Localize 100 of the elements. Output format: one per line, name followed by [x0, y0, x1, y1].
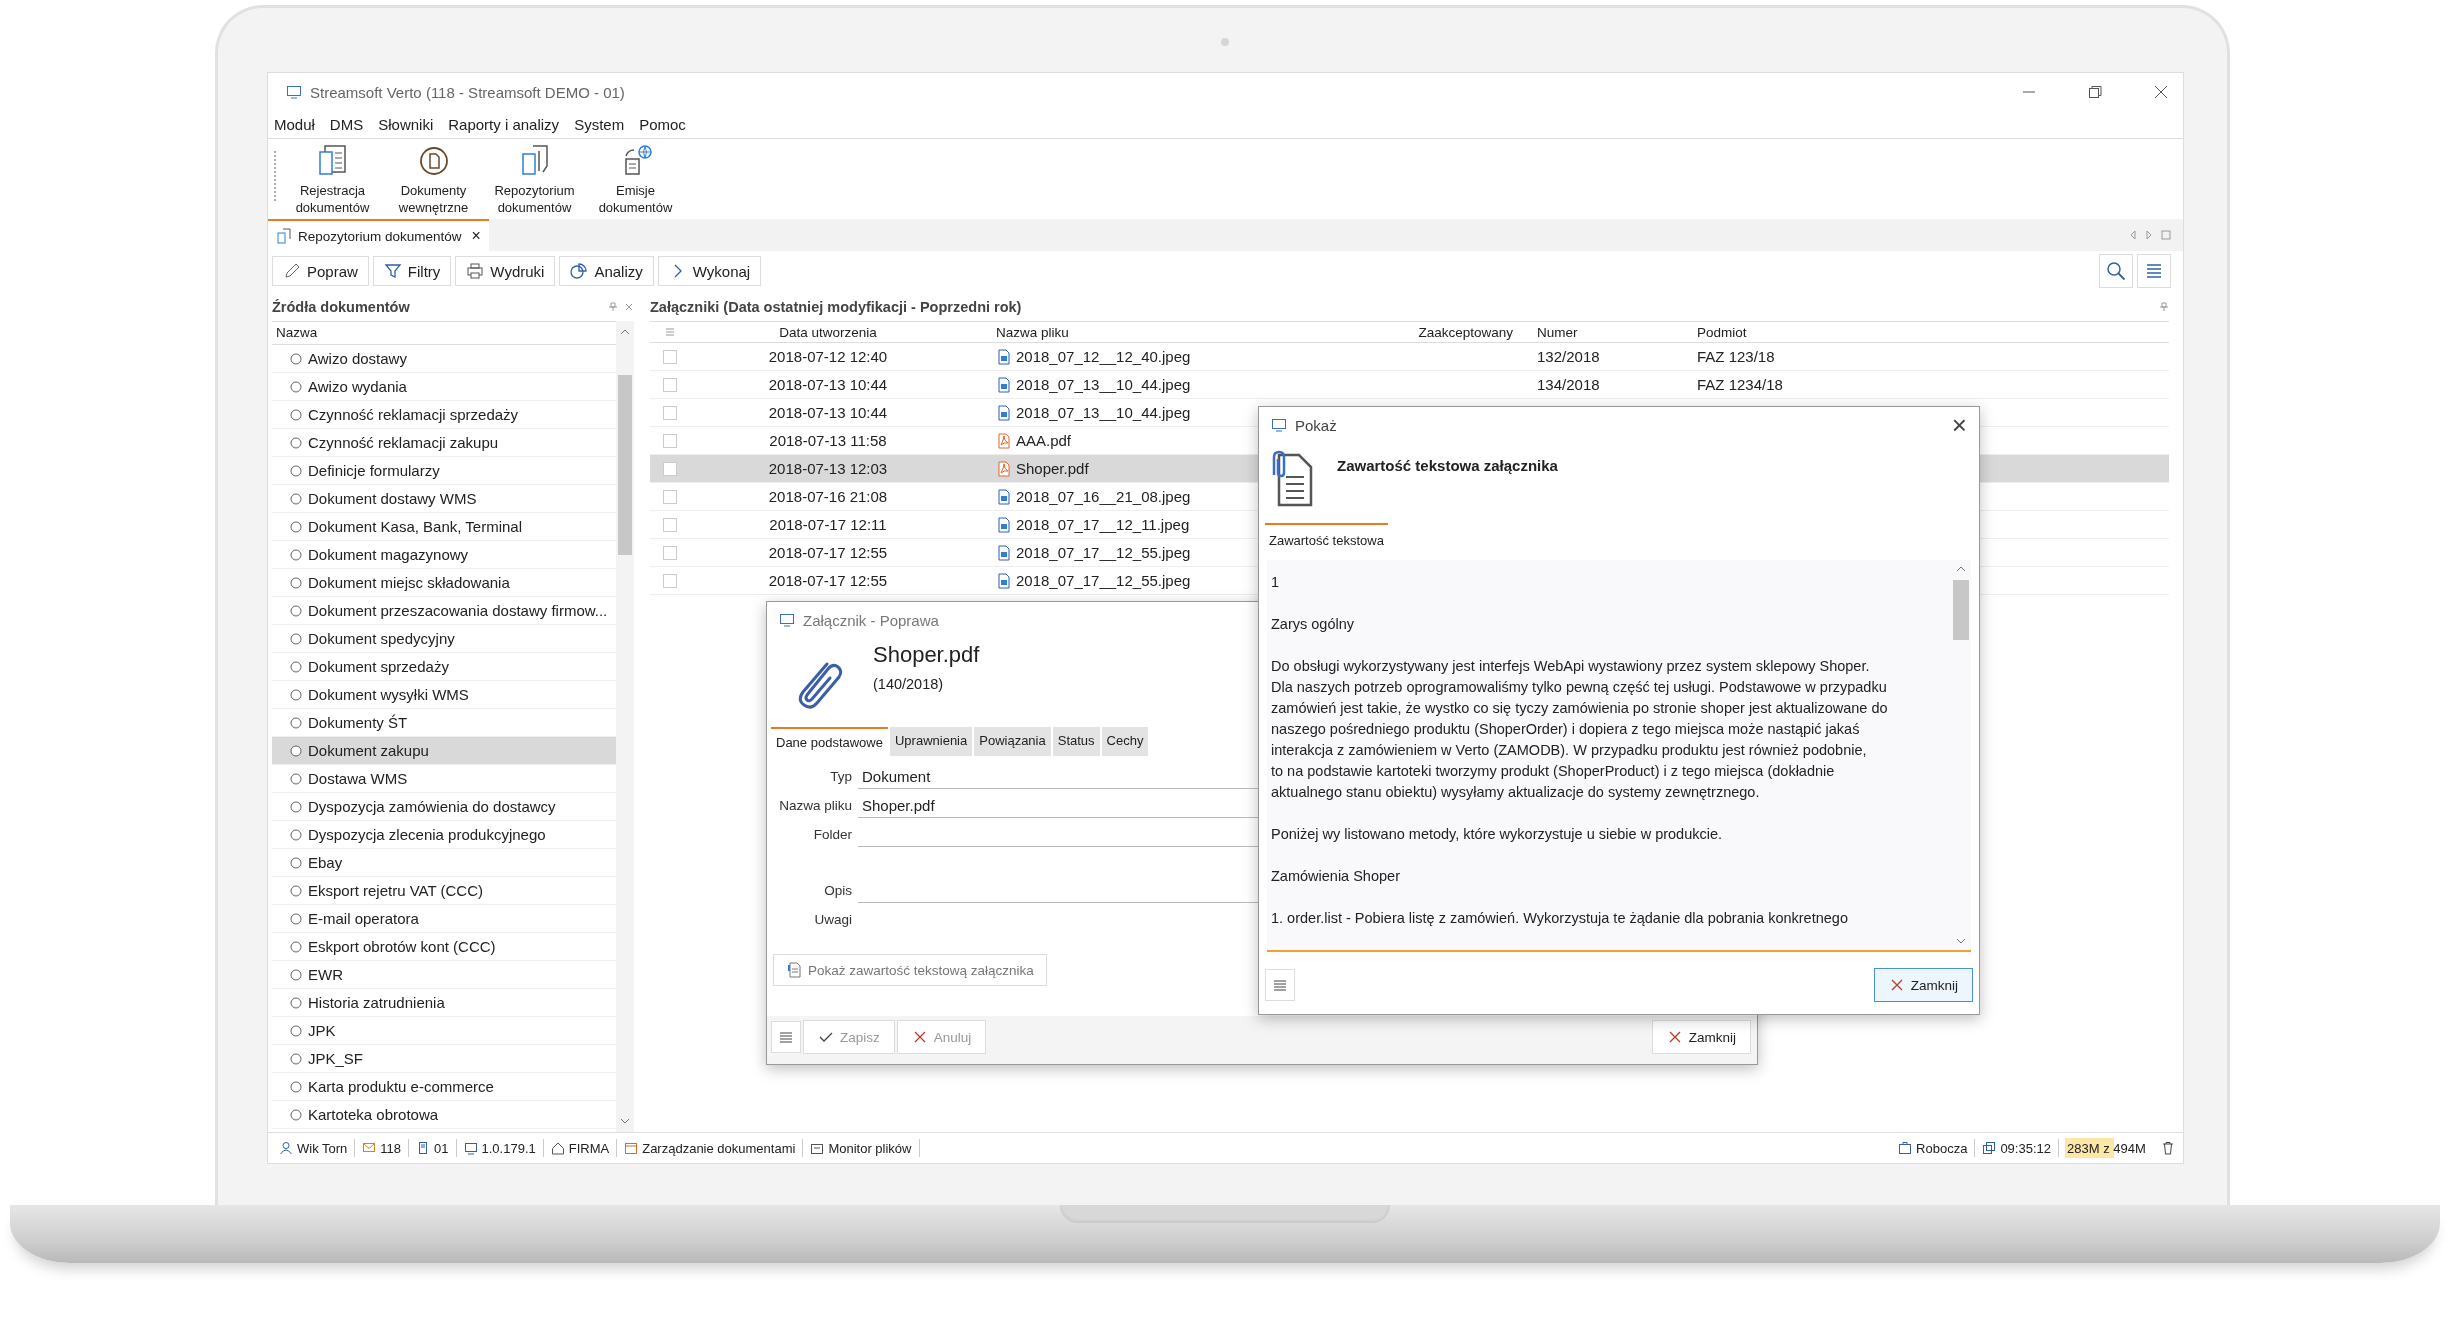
list-item[interactable]: Dokument Kasa, Bank, Terminal: [272, 513, 616, 541]
menu-button[interactable]: [1265, 969, 1295, 1001]
pdf-file-icon: [996, 432, 1012, 449]
scroll-down-icon[interactable]: [1956, 938, 1966, 944]
trash-icon[interactable]: [2161, 1141, 2175, 1155]
document-tab[interactable]: Repozytorium dokumentów ×: [268, 219, 489, 251]
menu-item[interactable]: Pomoc: [639, 116, 686, 133]
scroll-thumb[interactable]: [618, 375, 632, 555]
text-area[interactable]: [1267, 560, 1971, 952]
list-item[interactable]: Awizo dostawy: [272, 345, 616, 373]
list-item[interactable]: Czynność reklamacji zakupu: [272, 429, 616, 457]
pencil-icon: [283, 262, 301, 280]
list-item[interactable]: Definicje formularzy: [272, 457, 616, 485]
row-checkbox[interactable]: [663, 573, 677, 588]
status-item[interactable]: Wik Torn: [272, 1139, 356, 1157]
list-item[interactable]: Dokument spedycyjny: [272, 625, 616, 653]
menu-button[interactable]: [2137, 254, 2171, 288]
scroll-up-icon[interactable]: [620, 329, 630, 335]
dialog-tab[interactable]: Powiązania: [974, 727, 1051, 756]
list-item[interactable]: Dokument miejsc składowania: [272, 569, 616, 597]
menu-item[interactable]: DMS: [329, 116, 364, 133]
status-item[interactable]: FIRMA: [543, 1139, 618, 1157]
column-menu-icon[interactable]: [664, 326, 676, 338]
list-item[interactable]: EWR: [272, 961, 616, 989]
list-item[interactable]: Dyspozycja zlecenia produkcyjnego: [272, 821, 616, 849]
ribbon-button[interactable]: Repozytorium dokumentów: [484, 143, 585, 217]
scroll-down-icon[interactable]: [620, 1118, 630, 1124]
dialog-tab[interactable]: Uprawnienia: [889, 727, 973, 756]
column-header[interactable]: Data utworzenia: [690, 324, 966, 340]
pin-icon[interactable]: [2159, 302, 2169, 312]
list-item[interactable]: Dostawa WMS: [272, 765, 616, 793]
row-checkbox[interactable]: [663, 405, 677, 420]
status-item[interactable]: 09:35:12: [1975, 1139, 2059, 1157]
dialog-tab[interactable]: Zawartość tekstowa: [1265, 523, 1388, 554]
status-item[interactable]: Robocza: [1891, 1139, 1976, 1157]
row-checkbox[interactable]: [663, 461, 677, 476]
status-item[interactable]: 118: [355, 1139, 410, 1157]
search-button[interactable]: [2099, 254, 2133, 288]
column-header[interactable]: Nazwa: [272, 321, 616, 345]
toolbar-button[interactable]: Analizy: [559, 256, 654, 286]
list-item[interactable]: JPK: [272, 1017, 616, 1045]
menu-item[interactable]: Słowniki: [378, 116, 434, 133]
row-checkbox[interactable]: [663, 489, 677, 504]
toolbar-button[interactable]: Wydruki: [455, 256, 556, 286]
circle-icon: [290, 632, 302, 645]
status-item[interactable]: 1.0.179.1: [456, 1139, 544, 1157]
pin-icon[interactable]: [608, 302, 618, 312]
toolbar-button[interactable]: Wykonaj: [657, 256, 762, 286]
table-row[interactable]: 2018-07-12 12:40 2018_07_12__12_40.jpeg 132/2018 FAZ 123/18: [650, 343, 2169, 371]
list-item[interactable]: Dyspozycja zamówienia do dostawcy: [272, 793, 616, 821]
menu-item[interactable]: Moduł: [274, 116, 315, 133]
list-item[interactable]: Dokument zakupu: [272, 737, 616, 765]
toolbar-button[interactable]: Popraw: [272, 256, 369, 286]
list-item[interactable]: Ebay: [272, 849, 616, 877]
show-text-button[interactable]: Pokaż zawartość tekstową załącznika: [773, 954, 1047, 986]
ribbon-button[interactable]: Emisje dokumentów: [585, 143, 686, 217]
menu-item[interactable]: Raporty i analizy: [448, 116, 560, 133]
scroll-thumb[interactable]: [1953, 580, 1969, 640]
list-item[interactable]: Kartoteka obrotowa: [272, 1101, 616, 1129]
ribbon-button[interactable]: Dokumenty wewnętrzne: [383, 143, 484, 217]
field-label: Nazwa pliku: [778, 797, 852, 813]
list-item[interactable]: Dokument dostawy WMS: [272, 485, 616, 513]
column-header[interactable]: Nazwa pliku: [966, 324, 1381, 340]
close-button[interactable]: Zamknij: [1873, 968, 1973, 1002]
list-item[interactable]: Dokument przeszacowania dostawy firmow...: [272, 597, 616, 625]
list-item[interactable]: Eskport obrotów kont (CCC): [272, 933, 616, 961]
list-item[interactable]: Historia zatrudnienia: [272, 989, 616, 1017]
dialog-tab[interactable]: Status: [1052, 727, 1100, 756]
dialog-tab[interactable]: Cechy: [1101, 727, 1149, 756]
list-item[interactable]: Czynność reklamacji sprzedaży: [272, 401, 616, 429]
column-header[interactable]: Numer: [1525, 324, 1685, 340]
close-button[interactable]: Zamknij: [1651, 1020, 1751, 1054]
row-checkbox[interactable]: [663, 349, 677, 364]
toolbar-button[interactable]: Filtry: [372, 256, 452, 286]
list-item[interactable]: JPK_SF: [272, 1045, 616, 1073]
row-checkbox[interactable]: [663, 377, 677, 392]
column-header[interactable]: Zaakceptowany: [1381, 324, 1525, 340]
list-item[interactable]: Dokument sprzedaży: [272, 653, 616, 681]
menu-item[interactable]: System: [574, 116, 625, 133]
column-header[interactable]: Podmiot: [1685, 324, 2169, 340]
table-cell: 2018_07_12__12_40.jpeg: [1016, 348, 1191, 365]
list-item[interactable]: Dokument wysyłki WMS: [272, 681, 616, 709]
circle-icon: [290, 408, 302, 421]
list-item[interactable]: Karta produktu e-commerce: [272, 1073, 616, 1101]
ribbon-button[interactable]: Rejestracja dokumentów: [282, 143, 383, 217]
status-item[interactable]: Monitor plików: [803, 1139, 920, 1157]
table-row[interactable]: 2018-07-13 10:44 2018_07_13__10_44.jpeg 134/2018 FAZ 1234/18: [650, 371, 2169, 399]
scrollbar[interactable]: [616, 321, 634, 1132]
scroll-up-icon[interactable]: [1956, 566, 1966, 572]
row-checkbox[interactable]: [663, 545, 677, 560]
row-checkbox[interactable]: [663, 517, 677, 532]
row-checkbox[interactable]: [663, 433, 677, 448]
monitor-icon: [779, 612, 795, 628]
list-item[interactable]: Awizo wydania: [272, 373, 616, 401]
list-item[interactable]: Eksport rejetru VAT (CCC): [272, 877, 616, 905]
list-item[interactable]: Dokument magazynowy: [272, 541, 616, 569]
status-item[interactable]: 01: [409, 1139, 457, 1157]
status-item[interactable]: Zarządzanie dokumentami: [617, 1139, 804, 1157]
menu-button[interactable]: [771, 1021, 801, 1053]
list-item[interactable]: E-mail operatora: [272, 905, 616, 933]
